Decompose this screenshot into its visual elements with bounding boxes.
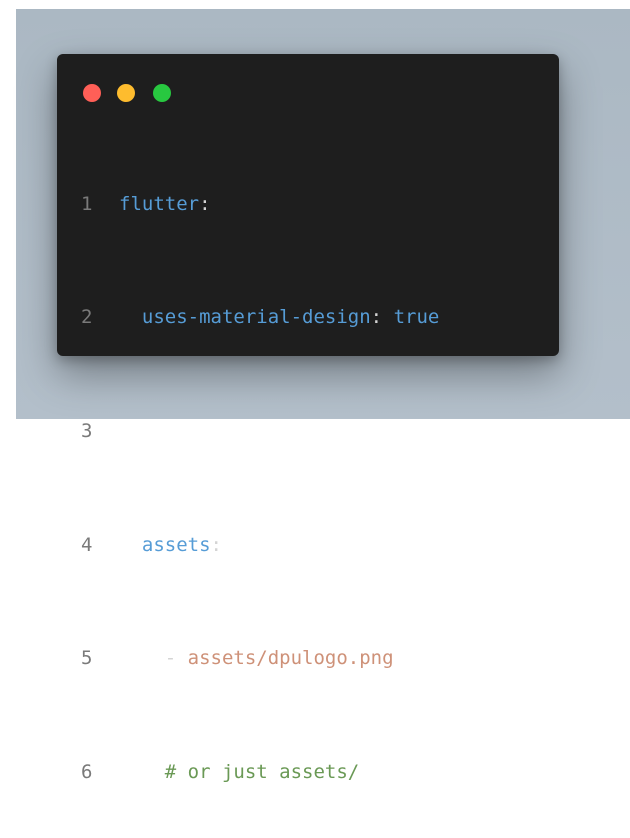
line-number: 1 [81,192,93,215]
code-line: 6 # or just assets/ [81,758,439,786]
colon: : [210,533,222,556]
code-line: 4 assets: [81,531,439,559]
line-number: 4 [81,533,93,556]
code-block: 1 flutter: 2 uses-material-design: true 3… [81,133,439,838]
code-line: 2 uses-material-design: true [81,303,439,331]
line-number: 6 [81,760,93,783]
yaml-key: assets [141,533,211,556]
maximize-dot-icon[interactable] [153,84,171,102]
list-dash: - [164,647,188,670]
line-number: 3 [81,420,93,443]
line-number: 5 [81,647,93,670]
yaml-comment: # or just assets/ [164,760,360,783]
yaml-key: uses-material-design [141,306,371,329]
code-line: 5 - assets/dpulogo.png [81,644,439,672]
close-dot-icon[interactable] [83,84,101,102]
minimize-dot-icon[interactable] [117,84,135,102]
colon: : [199,192,211,215]
code-window: 1 flutter: 2 uses-material-design: true 3… [57,54,559,783]
code-line: 3 [81,417,439,445]
colon: : [370,306,383,329]
code-line: 1 flutter: [81,190,439,218]
yaml-value: true [382,306,440,329]
yaml-string: assets/dpulogo.png [187,647,394,670]
line-number: 2 [81,306,93,329]
yaml-key: flutter [119,192,200,215]
